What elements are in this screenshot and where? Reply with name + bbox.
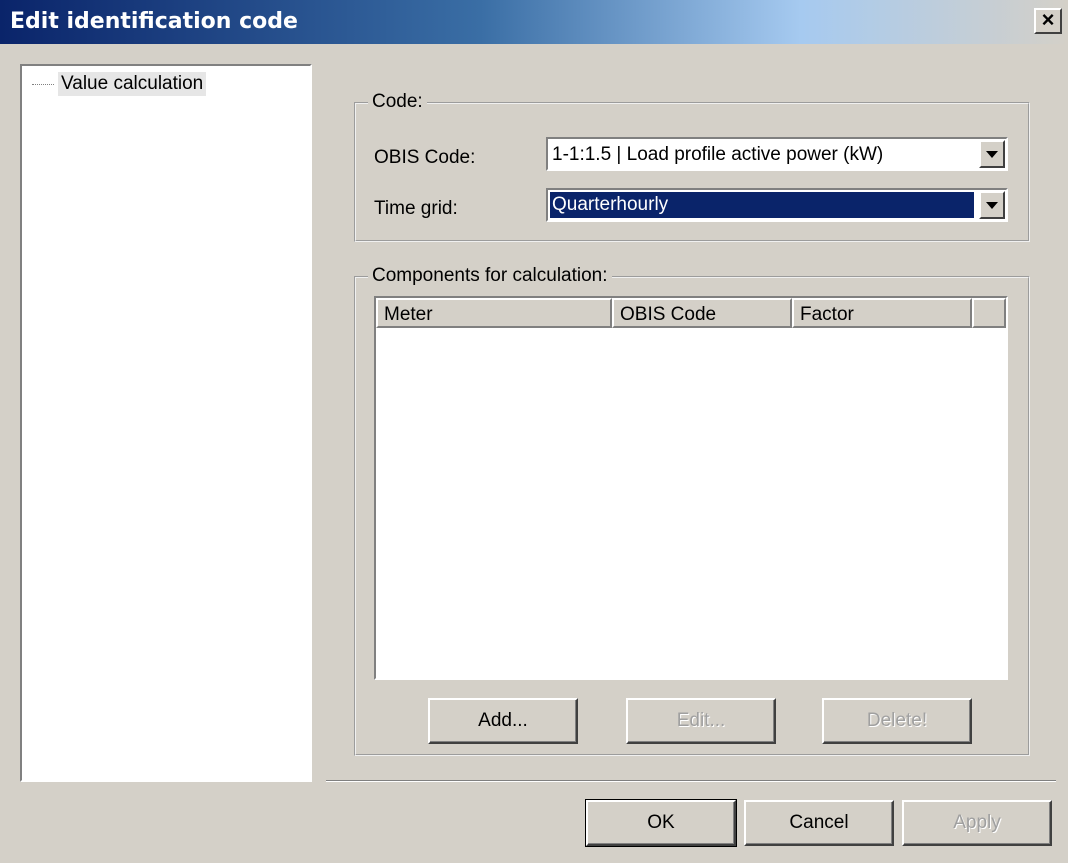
ok-button[interactable]: OK [585,799,737,847]
code-group-legend: Code: [368,91,427,113]
column-header-obis-code[interactable]: OBIS Code [612,298,792,328]
cancel-button[interactable]: Cancel [744,800,894,846]
dialog-title: Edit identification code [10,9,298,34]
column-header-filler [972,298,1006,328]
time-grid-select[interactable]: Quarterhourly [546,188,1008,222]
tree-connector [32,83,54,85]
time-grid-value: Quarterhourly [550,192,974,218]
time-grid-label: Time grid: [374,198,458,219]
delete-button[interactable]: Delete! [822,698,972,744]
obis-code-value: 1-1:1.5 | Load profile active power (kW) [552,144,884,165]
close-button[interactable]: × [1034,8,1062,34]
tree-item-label: Value calculation [58,72,207,96]
title-bar: Edit identification code × [0,0,1068,44]
edit-button[interactable]: Edit... [626,698,776,744]
add-button[interactable]: Add... [428,698,578,744]
obis-dropdown-button[interactable] [979,140,1005,168]
column-header-factor[interactable]: Factor [792,298,972,328]
time-grid-dropdown-button[interactable] [979,191,1005,219]
footer-separator [326,780,1056,782]
obis-code-label: OBIS Code: [374,147,476,168]
apply-button[interactable]: Apply [902,800,1052,846]
components-list[interactable]: Meter OBIS Code Factor [374,296,1008,680]
chevron-down-icon [986,201,998,209]
column-header-meter[interactable]: Meter [376,298,612,328]
list-header: Meter OBIS Code Factor [376,298,1006,328]
close-icon: × [1041,7,1055,32]
tree-item-value-calculation[interactable]: Value calculation [32,72,207,96]
obis-code-select[interactable]: 1-1:1.5 | Load profile active power (kW) [546,137,1008,171]
chevron-down-icon [986,150,998,158]
components-group-legend: Components for calculation: [368,265,612,287]
navigation-tree[interactable]: Value calculation [20,64,312,782]
